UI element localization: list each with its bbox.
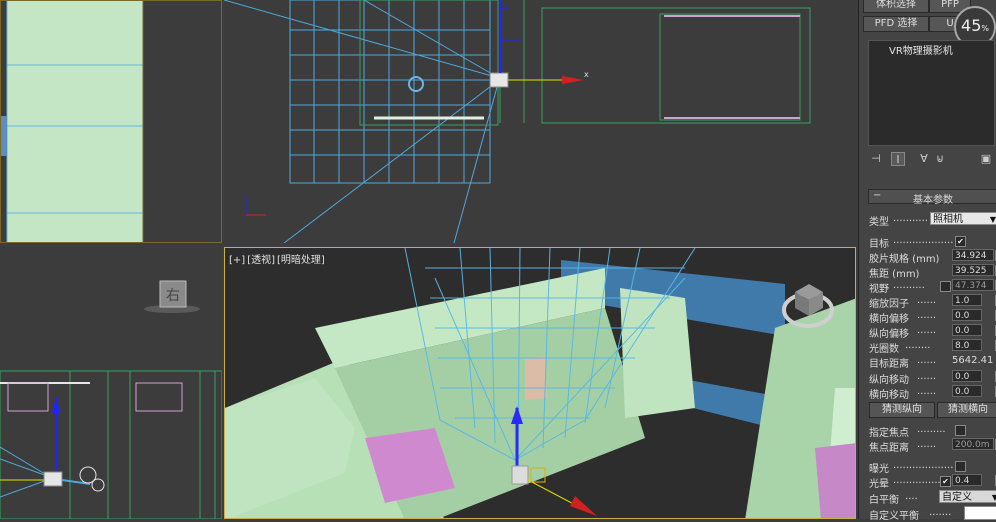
v-shift-label: 纵向偏移 <box>869 329 909 340</box>
h-shift-label: 横向偏移 <box>869 314 909 325</box>
exposure-checkbox[interactable] <box>955 461 966 472</box>
command-panel: 体积选择 PFP PFD 选择 U 45% VR物理摄影机 ⊣ I ∀ ⊌ ▣ … <box>858 0 996 522</box>
fov-label: 视野 <box>869 284 889 295</box>
h-tilt-field[interactable]: 0.0 <box>952 385 982 397</box>
specify-focus-label: 指定焦点 <box>869 428 909 439</box>
h-shift-field[interactable]: 0.0 <box>952 309 982 321</box>
param-exposure: 曝光................... <box>869 459 996 475</box>
configure-sets-icon[interactable]: ▣ <box>979 152 993 166</box>
param-v-tilt: 纵向移动...... 0.0 <box>869 370 996 386</box>
exposure-label: 曝光 <box>869 464 889 475</box>
pin-stack-icon[interactable]: ⊣ <box>869 152 883 166</box>
param-h-tilt: 横向移动...... 0.0 <box>869 385 996 401</box>
param-target: 目标................... ✔ <box>869 234 996 250</box>
v-shift-field[interactable]: 0.0 <box>952 324 982 336</box>
f-number-field[interactable]: 8.0 <box>952 339 982 351</box>
viewport-top[interactable]: x <box>224 0 856 243</box>
top-left-scene <box>1 1 221 242</box>
type-label: 类型 <box>869 217 889 228</box>
white-balance-value: 自定义 <box>942 492 972 503</box>
zoom-value: 45 <box>961 16 982 35</box>
param-focal-length: 焦距 (mm) 39.525 <box>869 264 996 280</box>
white-balance-select[interactable]: 自定义 ▼ <box>939 490 996 503</box>
pfd-select-button[interactable]: PFD 选择 <box>863 16 929 32</box>
volume-select-button[interactable]: 体积选择 <box>863 0 929 13</box>
guess-vertical-button[interactable]: 猜测纵向 <box>869 402 935 418</box>
show-end-result-icon[interactable]: I <box>891 152 905 166</box>
remove-modifier-icon[interactable]: ⊌ <box>933 152 947 166</box>
param-f-number: 光圈数........ 8.0 <box>869 339 996 355</box>
focus-distance-label: 焦点距离 <box>869 443 909 454</box>
film-gate-label: 胶片规格 (mm) <box>869 254 940 265</box>
chevron-down-icon: ▼ <box>989 215 996 224</box>
custom-balance-label: 自定义平衡 <box>869 511 919 522</box>
object-type-list[interactable]: VR物理摄影机 <box>868 40 995 146</box>
vignetting-label: 光晕 <box>869 479 889 490</box>
perspective-scene <box>225 248 855 518</box>
perspective-viewport-label[interactable]: [+] [透视] [明暗处理] <box>229 251 327 266</box>
viewport-top-left[interactable] <box>0 0 222 243</box>
viewport-menu-view[interactable]: [透视] <box>247 255 275 266</box>
param-type: 类型........... 照相机 ▼ <box>869 212 996 228</box>
guess-horizontal-button[interactable]: 猜测横向 <box>937 402 996 418</box>
target-label: 目标 <box>869 239 889 250</box>
target-distance-value: 5642.41 <box>952 355 994 366</box>
fov-field[interactable]: 47.374 <box>952 279 994 291</box>
viewport-menu-plus[interactable]: [+] <box>229 255 245 266</box>
rollout-title: 基本参数 <box>913 195 953 206</box>
specify-focus-checkbox[interactable] <box>955 425 966 436</box>
zoom-factor-label: 缩放因子 <box>869 299 909 310</box>
param-specify-focus: 指定焦点......... <box>869 423 996 439</box>
target-checkbox[interactable]: ✔ <box>955 236 966 247</box>
svg-text:x: x <box>584 70 589 79</box>
viewport-menu-shading[interactable]: [明暗处理] <box>277 255 325 266</box>
list-item[interactable]: VR物理摄影机 <box>869 41 994 57</box>
focus-distance-field[interactable]: 200.0m <box>952 438 994 450</box>
viewcube-face-right-icon: 右 <box>166 288 180 304</box>
vignetting-field[interactable]: 0.4 <box>952 474 982 486</box>
param-h-shift: 横向偏移...... 0.0 <box>869 309 996 325</box>
custom-balance-swatch[interactable] <box>964 506 996 520</box>
focal-length-field[interactable]: 39.525 <box>952 264 994 276</box>
left-view-scene: 右 <box>0 280 222 519</box>
param-v-shift: 纵向偏移...... 0.0 <box>869 324 996 340</box>
collapse-icon[interactable]: − <box>873 190 881 201</box>
viewport-left[interactable]: 右 <box>0 247 222 519</box>
param-target-distance: 目标距离...... 5642.41 <box>869 355 994 370</box>
param-vignetting: 光晕............... ✔ 0.4 <box>869 474 996 490</box>
viewport-perspective[interactable]: [+] [透视] [明暗处理] <box>224 247 856 519</box>
vignetting-checkbox[interactable]: ✔ <box>940 476 951 487</box>
param-focus-distance: 焦点距离...... 200.0m <box>869 438 996 454</box>
film-gate-field[interactable]: 34.924 <box>952 249 994 261</box>
f-number-label: 光圈数 <box>869 344 899 355</box>
modifier-stack-toolbar: ⊣ I ∀ ⊌ ▣ <box>869 152 996 168</box>
top-view-scene: x <box>224 0 811 243</box>
focal-length-label: 焦距 (mm) <box>869 269 920 280</box>
param-fov: 视野.......... 47.374 <box>869 279 996 295</box>
v-tilt-field[interactable]: 0.0 <box>952 370 982 382</box>
type-select-value: 照相机 <box>933 214 963 225</box>
chevron-down-icon: ▼ <box>991 493 996 502</box>
fov-checkbox[interactable] <box>940 281 951 292</box>
target-distance-label: 目标距离 <box>869 359 909 370</box>
h-tilt-label: 横向移动 <box>869 390 909 401</box>
type-select[interactable]: 照相机 ▼ <box>930 212 996 225</box>
param-zoom-factor: 缩放因子...... 1.0 <box>869 294 996 310</box>
v-tilt-label: 纵向移动 <box>869 375 909 386</box>
make-unique-icon[interactable]: ∀ <box>917 152 931 166</box>
param-film-gate: 胶片规格 (mm) 34.924 <box>869 249 996 265</box>
zoom-unit: % <box>981 24 989 33</box>
basic-params-rollout-header[interactable]: − 基本参数 <box>868 189 996 206</box>
param-white-balance: 白平衡.... 自定义 ▼ <box>869 490 996 506</box>
zoom-factor-field[interactable]: 1.0 <box>952 294 982 306</box>
white-balance-label: 白平衡 <box>869 495 899 506</box>
